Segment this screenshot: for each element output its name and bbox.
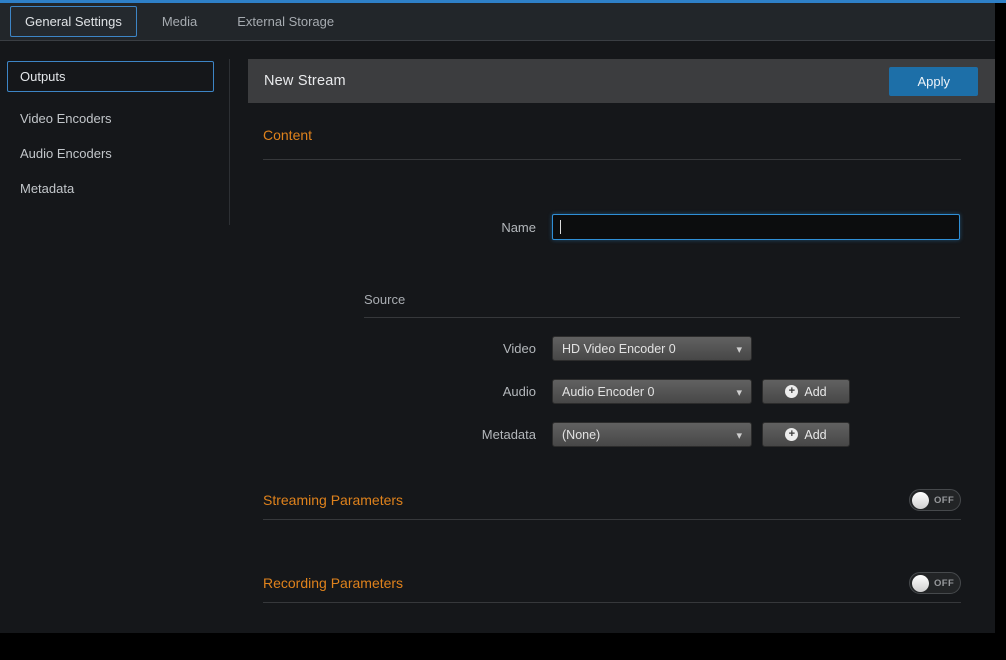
video-row: Video HD Video Encoder 0 <box>248 336 995 361</box>
source-label: Source <box>364 292 405 307</box>
audio-source-value: Audio Encoder 0 <box>562 385 736 399</box>
plus-icon <box>785 428 798 441</box>
sidebar: Outputs Video Encoders Audio Encoders Me… <box>0 59 248 630</box>
video-label: Video <box>248 341 536 356</box>
main-window: General Settings Media External Storage … <box>0 3 995 633</box>
video-source-select[interactable]: HD Video Encoder 0 <box>552 336 752 361</box>
text-cursor <box>560 220 561 234</box>
name-input[interactable] <box>552 214 960 240</box>
streaming-parameters-title: Streaming Parameters <box>263 492 403 508</box>
recording-parameters-title: Recording Parameters <box>263 575 403 591</box>
metadata-row: Metadata (None) Add <box>248 422 995 447</box>
sidebar-item-metadata[interactable]: Metadata <box>7 174 214 203</box>
add-button-label: Add <box>804 385 826 399</box>
chevron-down-icon <box>736 385 742 399</box>
recording-parameters-section: Recording Parameters OFF <box>263 572 961 603</box>
name-row: Name <box>248 214 995 240</box>
content-section-header: Content <box>263 127 961 160</box>
name-label: Name <box>248 220 536 235</box>
tab-general-settings[interactable]: General Settings <box>10 6 137 37</box>
content-section-title: Content <box>263 127 312 143</box>
top-tab-bar: General Settings Media External Storage <box>0 3 995 41</box>
sidebar-nav-list: Outputs Video Encoders Audio Encoders Me… <box>0 59 230 225</box>
main-content: New Stream Apply Content Name Source <box>248 59 995 630</box>
audio-label: Audio <box>248 384 536 399</box>
apply-button[interactable]: Apply <box>889 67 978 96</box>
recording-parameters-toggle[interactable]: OFF <box>909 572 961 594</box>
body-row: Outputs Video Encoders Audio Encoders Me… <box>0 41 995 630</box>
metadata-source-select[interactable]: (None) <box>552 422 752 447</box>
streaming-parameters-section: Streaming Parameters OFF <box>263 489 961 520</box>
metadata-label: Metadata <box>248 427 536 442</box>
toggle-state-label: OFF <box>934 578 954 589</box>
toggle-knob <box>912 492 929 509</box>
name-input-wrap <box>552 214 960 240</box>
streaming-parameters-toggle[interactable]: OFF <box>909 489 961 511</box>
page-header: New Stream Apply <box>248 59 995 103</box>
chevron-down-icon <box>736 342 742 356</box>
add-button-label: Add <box>804 428 826 442</box>
metadata-source-value: (None) <box>562 428 736 442</box>
audio-row: Audio Audio Encoder 0 Add <box>248 379 995 404</box>
toggle-state-label: OFF <box>934 495 954 506</box>
audio-add-button[interactable]: Add <box>762 379 850 404</box>
app-window: General Settings Media External Storage … <box>0 0 1006 660</box>
plus-icon <box>785 385 798 398</box>
audio-source-select[interactable]: Audio Encoder 0 <box>552 379 752 404</box>
metadata-add-button[interactable]: Add <box>762 422 850 447</box>
source-group-header: Source <box>364 292 960 318</box>
chevron-down-icon <box>736 428 742 442</box>
tab-external-storage[interactable]: External Storage <box>222 6 349 37</box>
toggle-knob <box>912 575 929 592</box>
page-title: New Stream <box>264 73 346 89</box>
sidebar-item-outputs[interactable]: Outputs <box>7 61 214 92</box>
video-source-value: HD Video Encoder 0 <box>562 342 736 356</box>
sidebar-item-video-encoders[interactable]: Video Encoders <box>7 104 214 133</box>
tab-media[interactable]: Media <box>147 6 212 37</box>
sidebar-item-audio-encoders[interactable]: Audio Encoders <box>7 139 214 168</box>
